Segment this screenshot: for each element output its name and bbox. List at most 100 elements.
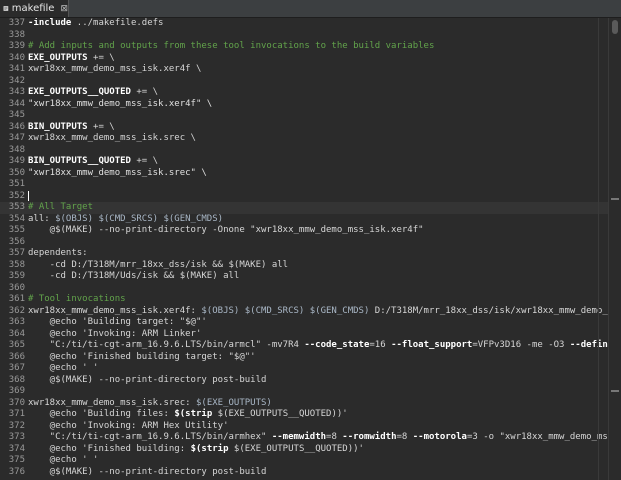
text-caret	[28, 190, 29, 201]
code-line[interactable]: 368 @$(MAKE) --no-print-directory post-b…	[0, 375, 609, 387]
code-line[interactable]: 338	[0, 30, 609, 42]
code-token: D:/T318M/mrr_18xx_dss/isk/xwr18xx_mmw_de…	[369, 305, 609, 316]
line-number: 345	[8, 110, 25, 120]
code-line[interactable]: 373 "C:/ti/ti-cgt-arm_16.9.6.LTS/bin/arm…	[0, 432, 609, 444]
line-number: 347	[8, 133, 25, 143]
code-token: xwr18xx_mmw_demo_mss_isk.xer4f \	[28, 64, 202, 74]
code-token: @echo 'Invoking: ARM Hex Utility'	[28, 420, 229, 431]
code-line[interactable]: 352	[0, 190, 609, 203]
line-code: @echo 'Finished building target: "$@"'	[28, 352, 256, 362]
code-line[interactable]: 348	[0, 145, 609, 157]
code-line[interactable]: 353 # All Target	[0, 202, 609, 214]
code-line[interactable]: 372 @echo 'Invoking: ARM Hex Utility'	[0, 421, 609, 433]
line-number: 341	[8, 64, 25, 74]
line-number: 355	[8, 225, 25, 235]
code-line[interactable]: 367 @echo ' '	[0, 363, 609, 375]
line-code: @$(MAKE) --no-print-directory post-build	[28, 467, 267, 477]
line-number: 365	[8, 340, 25, 350]
code-token: EXE_OUTPUTS__QUOTED	[28, 87, 131, 97]
code-line[interactable]: 342	[0, 76, 609, 88]
code-line[interactable]: 346 BIN_OUTPUTS += \	[0, 122, 609, 134]
line-code	[28, 190, 29, 201]
overview-marker	[611, 198, 619, 200]
code-token: @echo 'Building target: "$@"'	[28, 317, 207, 327]
code-line[interactable]: 351	[0, 179, 609, 191]
code-line[interactable]: 370 xwr18xx_mmw_demo_mss_isk.srec: $(EXE_…	[0, 398, 609, 410]
code-token: "C:/ti/ti-cgt-arm_16.9.6.LTS/bin/armhex"	[28, 432, 272, 442]
code-line[interactable]: 350 "xwr18xx_mmw_demo_mss_isk.srec" \	[0, 168, 609, 180]
close-icon[interactable]: ⊠	[60, 4, 68, 14]
code-line[interactable]: 376 @$(MAKE) --no-print-directory post-b…	[0, 467, 609, 479]
code-line[interactable]: 361 # Tool invocations	[0, 294, 609, 306]
code-line[interactable]: 359 -cd D:/T318M/Uds/isk && $(MAKE) all	[0, 271, 609, 283]
line-code: EXE_OUTPUTS__QUOTED += \	[28, 87, 158, 97]
code-line[interactable]: 356	[0, 237, 609, 249]
line-code: @echo 'Building files: $(strip $(EXE_OUT…	[28, 409, 348, 419]
code-token: --motorola	[412, 432, 467, 442]
code-line[interactable]: 366 @echo 'Finished building target: "$@…	[0, 352, 609, 364]
line-number: 349	[8, 156, 25, 166]
line-number: 352	[8, 191, 25, 201]
line-number: 338	[8, 29, 25, 40]
code-line[interactable]: 369	[0, 386, 609, 398]
code-token: $(EXE_OUTPUTS)	[195, 397, 272, 408]
code-line[interactable]: 355 @$(MAKE) --no-print-directory -Onone…	[0, 225, 609, 237]
code-line[interactable]: 345	[0, 110, 609, 122]
code-token: ../makefile.defs	[71, 18, 164, 28]
scrollbar-thumb[interactable]	[612, 20, 618, 34]
vertical-scrollbar[interactable]	[608, 18, 621, 480]
line-number: 339	[8, 41, 25, 51]
code-token: "xwr18xx_mmw_demo_mss_isk.srec" \	[28, 167, 207, 178]
line-code: -include ../makefile.defs	[28, 18, 163, 28]
code-token: --memwidth	[271, 432, 327, 442]
line-number: 360	[8, 282, 25, 293]
line-number: 344	[8, 98, 25, 109]
tab-label: makefile	[11, 3, 55, 14]
code-line[interactable]: 371 @echo 'Building files: $(strip $(EXE…	[0, 409, 609, 421]
code-line[interactable]: 340 EXE_OUTPUTS += \	[0, 53, 609, 65]
code-token: @echo 'Finished building target: "$@"'	[28, 351, 256, 362]
code-line[interactable]: 339 # Add inputs and outputs from these t…	[0, 41, 609, 53]
line-code: # All Target	[28, 202, 93, 212]
code-token: =8	[326, 432, 343, 442]
code-line[interactable]: 362 xwr18xx_mmw_demo_mss_isk.xer4f: $(OBJ…	[0, 306, 609, 318]
line-code: xwr18xx_mmw_demo_mss_isk.srec \	[28, 133, 196, 143]
code-line[interactable]: 357 dependents:	[0, 248, 609, 260]
code-line[interactable]: 341 xwr18xx_mmw_demo_mss_isk.xer4f \	[0, 64, 609, 76]
line-code: -cd D:/T318M/Uds/isk && $(MAKE) all	[28, 271, 240, 281]
code-line[interactable]: 358 -cd D:/T318M/mrr_18xx_dss/isk && $(M…	[0, 260, 609, 272]
code-line[interactable]: 374 @echo 'Finished building: $(strip $(…	[0, 444, 609, 456]
tab-makefile[interactable]: makefile ⊠	[0, 0, 69, 17]
code-line[interactable]: 365 "C:/ti/ti-cgt-arm_16.9.6.LTS/bin/arm…	[0, 340, 609, 352]
line-number: 370	[8, 397, 25, 408]
line-code: xwr18xx_mmw_demo_mss_isk.xer4f: $(OBJS) …	[28, 306, 609, 316]
code-line[interactable]: 344 "xwr18xx_mmw_demo_mss_isk.xer4f" \	[0, 99, 609, 111]
code-line[interactable]: 364 @echo 'Invoking: ARM Linker'	[0, 329, 609, 341]
code-token: all:	[28, 213, 56, 224]
code-token: dependents:	[28, 248, 88, 258]
line-code: @$(MAKE) --no-print-directory -Onone "xw…	[28, 225, 424, 235]
file-icon	[3, 6, 9, 11]
code-line[interactable]: 360	[0, 283, 609, 295]
code-editor[interactable]: 337 -include ../makefile.defs 338 339 # Add …	[0, 18, 609, 480]
code-line[interactable]: 347 xwr18xx_mmw_demo_mss_isk.srec \	[0, 133, 609, 145]
code-token: $(OBJS) $(CMD_SRCS) $(GEN_CMDS)	[55, 213, 224, 224]
code-line[interactable]: 354 all: $(OBJS) $(CMD_SRCS) $(GEN_CMDS)	[0, 214, 609, 226]
line-number: 372	[8, 420, 25, 431]
code-token: EXE_OUTPUTS	[28, 52, 88, 63]
code-line[interactable]: 343 EXE_OUTPUTS__QUOTED += \	[0, 87, 609, 99]
code-line[interactable]: 337 -include ../makefile.defs	[0, 18, 609, 30]
code-token: += \	[130, 156, 159, 166]
code-token: $(OBJS) $(CMD_SRCS) $(GEN_CMDS)	[201, 305, 370, 316]
print-margin	[598, 18, 599, 480]
line-number: 351	[8, 179, 25, 189]
code-token: xwr18xx_mmw_demo_mss_isk.srec:	[28, 397, 196, 408]
code-line[interactable]: 349 BIN_OUTPUTS__QUOTED += \	[0, 156, 609, 168]
code-line[interactable]: 363 @echo 'Building target: "$@"'	[0, 317, 609, 329]
code-token: @echo ' '	[28, 455, 99, 465]
line-code: # Add inputs and outputs from these tool…	[28, 41, 434, 51]
line-code: BIN_OUTPUTS__QUOTED += \	[28, 156, 158, 166]
line-number: 364	[8, 328, 25, 339]
code-token: # Add inputs and outputs from these tool…	[28, 41, 435, 51]
code-line[interactable]: 375 @echo ' '	[0, 455, 609, 467]
